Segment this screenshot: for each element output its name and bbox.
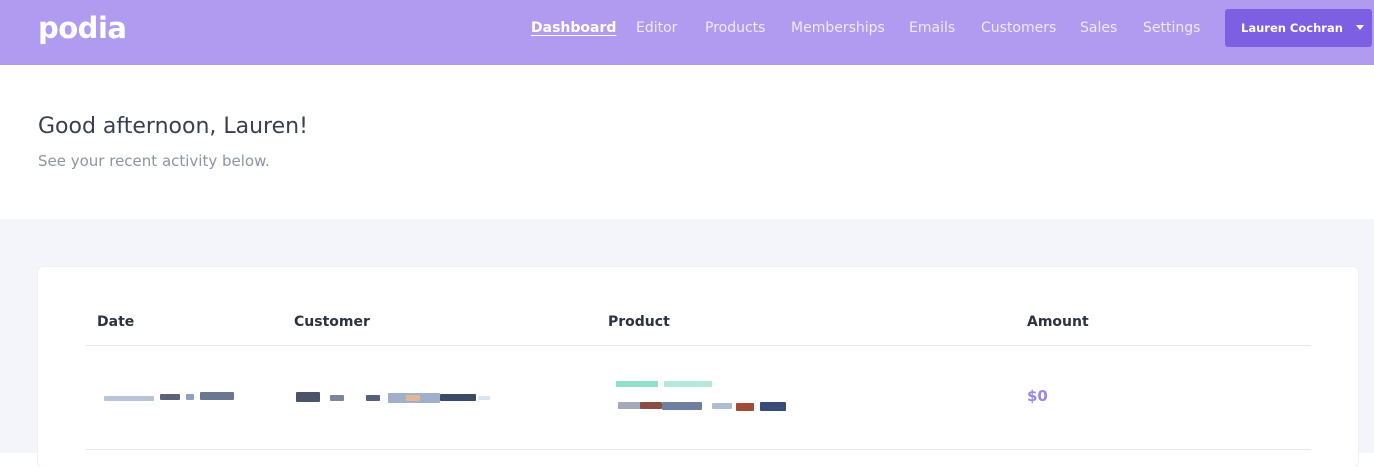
nav-customers[interactable]: Customers: [981, 19, 1056, 37]
column-header-product[interactable]: Product: [608, 313, 670, 331]
column-header-amount[interactable]: Amount: [1027, 313, 1089, 331]
nav-sales[interactable]: Sales: [1080, 19, 1117, 37]
activity-card: [38, 267, 1358, 467]
nav-editor[interactable]: Editor: [636, 19, 677, 37]
main-nav: Dashboard Editor Products Memberships Em…: [0, 0, 1374, 65]
page-greeting: Good afternoon, Lauren!: [38, 114, 308, 139]
page-subtitle: See your recent activity below.: [38, 152, 270, 170]
column-header-date[interactable]: Date: [97, 313, 134, 331]
nav-settings[interactable]: Settings: [1143, 19, 1200, 37]
table-header-divider: [85, 345, 1311, 346]
nav-dashboard[interactable]: Dashboard: [531, 19, 616, 37]
top-nav-bar: podia Dashboard Editor Products Membersh…: [0, 0, 1374, 65]
nav-products[interactable]: Products: [705, 19, 765, 37]
row-amount: $0: [1027, 387, 1048, 405]
user-name: Lauren Cochran: [1241, 21, 1343, 35]
nav-emails[interactable]: Emails: [909, 19, 955, 37]
nav-memberships[interactable]: Memberships: [791, 19, 885, 37]
chevron-down-icon[interactable]: [1356, 25, 1364, 30]
column-header-customer[interactable]: Customer: [294, 313, 370, 331]
user-menu-button[interactable]: Lauren Cochran: [1225, 9, 1372, 47]
table-row-divider: [85, 449, 1311, 450]
